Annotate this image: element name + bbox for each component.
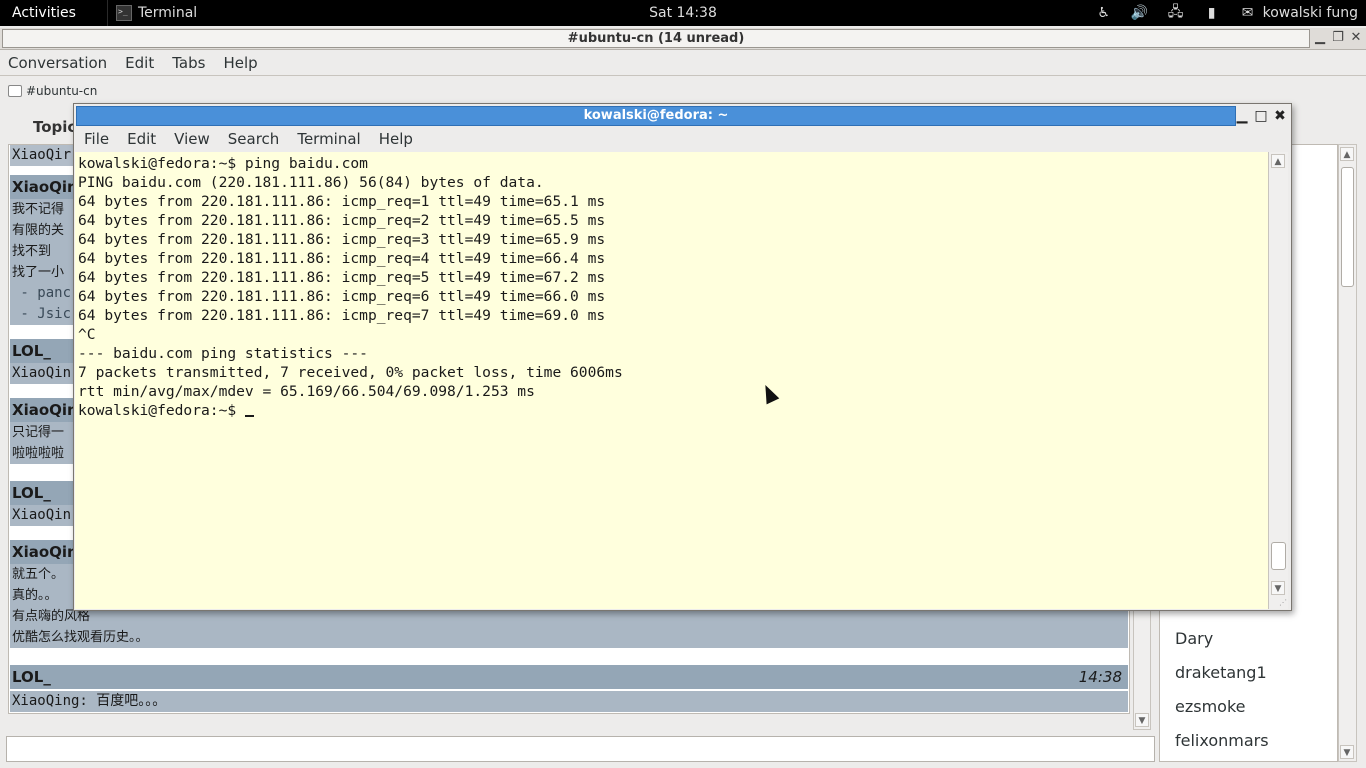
message-timestamp: 14:38: [1078, 668, 1122, 686]
xchat-titlebar: #ubuntu-cn (14 unread) ▁ ❐ ✕: [0, 28, 1366, 50]
terminal-line: --- baidu.com ping statistics ---: [78, 345, 368, 362]
user-name: kowalski fung: [1262, 5, 1358, 21]
close-icon[interactable]: ✕: [1350, 30, 1362, 46]
terminal-line: kowalski@fedora:~$ ping baidu.com: [78, 155, 368, 172]
message-input[interactable]: [6, 736, 1155, 762]
message-line: 优酷怎么找观看历史。。: [10, 627, 1128, 648]
channel-tab-bar: #ubuntu-cn: [8, 80, 1358, 102]
terminal-line: rtt min/avg/max/mdev = 65.169/66.504/69.…: [78, 383, 535, 400]
status-area: ♿ 🔊 🖧 ▮ ✉ kowalski fung: [1095, 0, 1358, 26]
menu-tabs[interactable]: Tabs: [172, 54, 205, 72]
activities-button[interactable]: Activities: [0, 0, 88, 26]
minimize-icon[interactable]: ▁: [1235, 106, 1249, 126]
list-item: LOL_ 14:38 XiaoQing: 百度吧。。。: [10, 665, 1128, 712]
volume-icon[interactable]: 🔊: [1131, 5, 1149, 21]
message-line: XiaoQing: 百度吧。。。: [10, 691, 1128, 712]
terminal-line: PING baidu.com (220.181.111.86) 56(84) b…: [78, 174, 544, 191]
user-list-item[interactable]: felixonmars: [1175, 731, 1269, 750]
terminal-window: kowalski@fedora: ~ ▁ □ ✖ File Edit View …: [73, 103, 1292, 611]
battery-icon[interactable]: ▮: [1203, 5, 1221, 21]
scroll-up-icon[interactable]: ▲: [1271, 154, 1285, 168]
user-list-scrollbar[interactable]: ▲ ▼: [1338, 144, 1357, 762]
terminal-icon: >_: [116, 5, 132, 21]
terminal-line: 7 packets transmitted, 7 received, 0% pa…: [78, 364, 623, 381]
terminal-line: 64 bytes from 220.181.111.86: icmp_req=2…: [78, 212, 606, 229]
app-menu-button[interactable]: >_ Terminal: [107, 0, 207, 26]
terminal-line: 64 bytes from 220.181.111.86: icmp_req=4…: [78, 250, 606, 267]
tab-label: #ubuntu-cn: [26, 84, 98, 98]
menu-conversation[interactable]: Conversation: [8, 54, 107, 72]
menu-edit[interactable]: Edit: [127, 130, 156, 148]
minimize-icon[interactable]: ▁: [1314, 30, 1326, 46]
top-panel: Activities >_ Terminal Sat 14:38 ♿ 🔊 🖧 ▮…: [0, 0, 1366, 26]
menu-edit[interactable]: Edit: [125, 54, 154, 72]
terminal-cursor: [244, 403, 254, 417]
resize-grip-icon[interactable]: ⋰: [1279, 598, 1289, 608]
terminal-prompt-line: kowalski@fedora:~$: [78, 401, 1265, 420]
scroll-down-icon[interactable]: ▼: [1271, 581, 1285, 595]
scrollbar-thumb[interactable]: [1271, 542, 1286, 570]
user-icon: ✉: [1241, 5, 1254, 21]
accessibility-icon[interactable]: ♿: [1095, 5, 1113, 21]
menu-file[interactable]: File: [84, 130, 109, 148]
app-menu-label: Terminal: [138, 5, 198, 21]
terminal-title[interactable]: kowalski@fedora: ~: [76, 106, 1236, 126]
user-list-item[interactable]: ezsmoke: [1175, 697, 1246, 716]
topic-label: Topic: [33, 118, 77, 136]
terminal-scrollbar[interactable]: ▲ ▼: [1268, 152, 1288, 609]
close-icon[interactable]: ✖: [1273, 106, 1287, 126]
menu-view[interactable]: View: [174, 130, 210, 148]
tab-ubuntu-cn[interactable]: #ubuntu-cn: [8, 84, 97, 98]
scrollbar-thumb[interactable]: [1341, 167, 1354, 287]
network-icon[interactable]: 🖧: [1167, 1, 1185, 25]
terminal-line: 64 bytes from 220.181.111.86: icmp_req=5…: [78, 269, 606, 286]
user-list-item[interactable]: draketang1: [1175, 663, 1267, 682]
chat-bubble-icon: [8, 85, 22, 97]
user-list-item[interactable]: Dary: [1175, 629, 1213, 648]
scroll-down-icon[interactable]: ▼: [1135, 713, 1149, 727]
terminal-line: 64 bytes from 220.181.111.86: icmp_req=1…: [78, 193, 606, 210]
menu-search[interactable]: Search: [228, 130, 280, 148]
nick-label: LOL_: [12, 668, 51, 686]
nick: LOL_ 14:38: [10, 665, 1128, 689]
terminal-prompt: kowalski@fedora:~$: [78, 402, 245, 419]
xchat-window-title: #ubuntu-cn (14 unread): [2, 29, 1310, 48]
menu-help[interactable]: Help: [379, 130, 413, 148]
menu-help[interactable]: Help: [223, 54, 257, 72]
terminal-line: 64 bytes from 220.181.111.86: icmp_req=7…: [78, 307, 606, 324]
maximize-icon[interactable]: □: [1254, 106, 1268, 126]
terminal-line: 64 bytes from 220.181.111.86: icmp_req=3…: [78, 231, 606, 248]
maximize-icon[interactable]: ❐: [1332, 30, 1344, 46]
xchat-menubar: Conversation Edit Tabs Help: [0, 50, 1366, 76]
terminal-line: ^C: [78, 326, 96, 343]
scroll-up-icon[interactable]: ▲: [1340, 147, 1354, 161]
terminal-output[interactable]: kowalski@fedora:~$ ping baidu.com PING b…: [75, 152, 1268, 609]
terminal-menubar: File Edit View Search Terminal Help: [74, 127, 1291, 151]
menu-terminal[interactable]: Terminal: [297, 130, 360, 148]
clock[interactable]: Sat 14:38: [649, 5, 717, 21]
scroll-down-icon[interactable]: ▼: [1340, 745, 1354, 759]
user-menu[interactable]: ✉ kowalski fung: [1239, 5, 1358, 21]
terminal-line: 64 bytes from 220.181.111.86: icmp_req=6…: [78, 288, 606, 305]
